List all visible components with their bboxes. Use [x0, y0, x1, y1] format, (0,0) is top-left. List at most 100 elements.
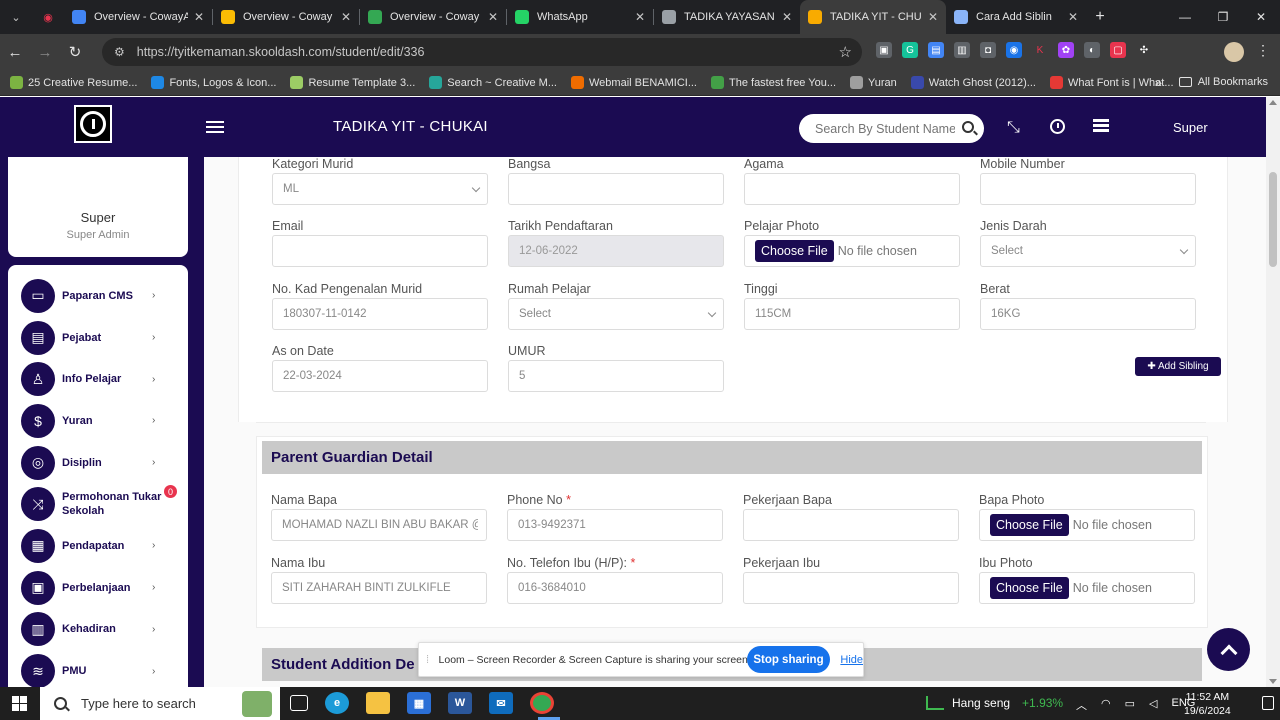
kategori-murid-select[interactable]: ML — [272, 173, 488, 205]
ic-number-input[interactable]: 180307-11-0142 — [272, 298, 488, 330]
stock-widget[interactable]: Hang seng +1.93% — [926, 696, 1063, 710]
bookmark-item[interactable]: 25 Creative Resume... — [10, 76, 137, 89]
mobile-number-input[interactable] — [980, 173, 1196, 205]
back-button[interactable]: ← — [0, 34, 30, 70]
scroll-down-icon[interactable] — [1269, 679, 1277, 684]
browser-tab[interactable]: Cara Add Siblin ✕ — [946, 0, 1086, 34]
browser-tab[interactable]: Overview - CowayA ✕ — [64, 0, 212, 34]
drag-handle-icon[interactable]: ⁞ — [426, 654, 436, 666]
tarikh-pendaftaran-input[interactable]: 12-06-2022 — [508, 235, 724, 267]
telefon-ibu-input[interactable]: 016-3684010 — [507, 572, 723, 604]
fullscreen-icon[interactable]: ⤡ — [1007, 119, 1020, 137]
browser-menu-icon[interactable]: ⋮ — [1256, 42, 1270, 59]
stop-sharing-button[interactable]: Stop sharing — [746, 646, 831, 673]
choose-file-button[interactable]: Choose File — [990, 577, 1069, 599]
pelajar-photo-file-input[interactable]: Choose File No file chosen — [744, 235, 960, 267]
bookmark-item[interactable]: Search ~ Creative M... — [429, 76, 557, 89]
hide-banner-link[interactable]: Hide — [840, 654, 863, 666]
close-tab-icon[interactable]: ✕ — [782, 10, 792, 24]
browser-tab[interactable]: Overview - Coway P ✕ — [360, 0, 506, 34]
agama-input[interactable] — [744, 173, 960, 205]
sidebar-item-yuran[interactable]: $ Yuran › — [8, 400, 188, 442]
choose-file-button[interactable]: Choose File — [755, 240, 834, 262]
berat-input[interactable]: 16KG — [980, 298, 1196, 330]
sidebar-item-kehadiran[interactable]: ▥ Kehadiran › — [8, 609, 188, 651]
browser-tab[interactable]: Overview - Coway C ✕ — [213, 0, 359, 34]
bookmark-item[interactable]: Yuran — [850, 76, 897, 89]
task-view-icon[interactable] — [290, 695, 308, 711]
bookmarks-overflow-icon[interactable]: » — [1155, 75, 1162, 90]
site-info-icon[interactable]: ⚙ — [114, 45, 125, 59]
close-tab-icon[interactable]: ✕ — [928, 10, 938, 24]
header-user-name[interactable]: Super — [1173, 120, 1208, 135]
extension-icon[interactable]: ▣ — [876, 42, 892, 58]
sidebar-item-permohonan-tukar-sekolah[interactable]: ⤨ Permohonan Tukar Sekolah 0 — [8, 483, 188, 525]
all-bookmarks-button[interactable]: All Bookmarks — [1178, 76, 1268, 88]
tinggi-input[interactable]: 115CM — [744, 298, 960, 330]
extension-icon[interactable]: ▤ — [928, 42, 944, 58]
page-scrollbar[interactable] — [1266, 97, 1280, 687]
browser-tab[interactable]: WhatsApp ✕ — [507, 0, 653, 34]
system-clock[interactable]: 11:52 AM 19/6/2024 — [1184, 690, 1231, 718]
extension-icon[interactable]: G — [902, 42, 918, 58]
file-explorer-icon[interactable] — [366, 692, 390, 714]
bangsa-input[interactable] — [508, 173, 724, 205]
as-on-date-input[interactable]: 22-03-2024 — [272, 360, 488, 392]
school-logo[interactable] — [74, 105, 112, 143]
add-sibling-button[interactable]: ✚ Add Sibling — [1135, 357, 1221, 376]
rumah-pelajar-select[interactable]: Select — [508, 298, 724, 330]
phone-no-input[interactable]: 013-9492371 — [507, 509, 723, 541]
extension-icon[interactable]: ◘ — [980, 42, 996, 58]
display-icon[interactable]: ▭ — [1125, 697, 1135, 713]
server-icon[interactable] — [1093, 119, 1109, 132]
sidebar-item-pmu[interactable]: ≋ PMU › — [8, 650, 188, 692]
scroll-thumb[interactable] — [1269, 172, 1277, 267]
pekerjaan-ibu-input[interactable] — [743, 572, 959, 604]
forward-button[interactable]: → — [30, 34, 60, 70]
extension-icon[interactable]: ◐ — [1084, 42, 1100, 58]
sidebar-item-info-pelajar[interactable]: ♙ Info Pelajar › — [8, 358, 188, 400]
chrome-icon[interactable] — [530, 692, 554, 714]
volume-icon[interactable]: ◁ — [1149, 697, 1157, 713]
new-tab-button[interactable]: + — [1086, 8, 1114, 26]
hamburger-menu-icon[interactable] — [206, 121, 224, 133]
store-icon[interactable]: ▦ — [407, 692, 431, 714]
bookmark-star-icon[interactable]: ☆ — [839, 43, 852, 61]
extension-icon[interactable]: ◉ — [1006, 42, 1022, 58]
back-to-top-button[interactable] — [1207, 628, 1250, 671]
close-tab-icon[interactable]: ✕ — [341, 10, 351, 24]
bookmark-item[interactable]: Resume Template 3... — [290, 76, 415, 89]
minimize-button[interactable]: — — [1166, 0, 1204, 34]
close-window-button[interactable]: ✕ — [1242, 0, 1280, 34]
bookmark-item[interactable]: Fonts, Logos & Icon... — [151, 76, 276, 89]
umur-input[interactable]: 5 — [508, 360, 724, 392]
student-search-input[interactable] — [815, 121, 955, 136]
sidebar-item-pendapatan[interactable]: ▦ Pendapatan › — [8, 525, 188, 567]
word-icon[interactable]: W — [448, 692, 472, 714]
wifi-icon[interactable]: ◠ — [1101, 697, 1111, 713]
tab-search-button[interactable]: ⌄ — [0, 0, 32, 34]
extension-icon[interactable]: ▢ — [1110, 42, 1126, 58]
sidebar-item-pejabat[interactable]: ▤ Pejabat › — [8, 317, 188, 359]
sidebar-item-paparan-cms[interactable]: ▭ Paparan CMS › — [8, 275, 188, 317]
profile-avatar[interactable] — [1224, 42, 1244, 62]
nama-ibu-input[interactable]: SITI ZAHARAH BINTI ZULKIFLE — [271, 572, 487, 604]
close-tab-icon[interactable]: ✕ — [635, 10, 645, 24]
search-icon[interactable] — [962, 121, 974, 133]
notification-icon[interactable] — [1262, 696, 1274, 710]
nama-bapa-input[interactable]: MOHAMAD NAZLI BIN ABU BAKAR @ — [271, 509, 487, 541]
windows-start-icon[interactable] — [12, 696, 27, 711]
close-tab-icon[interactable]: ✕ — [1068, 10, 1078, 24]
reload-button[interactable]: ↻ — [60, 34, 90, 70]
bapa-photo-file-input[interactable]: Choose File No file chosen — [979, 509, 1195, 541]
bookmark-item[interactable]: Watch Ghost (2012)... — [910, 76, 1036, 89]
extension-icon[interactable]: K — [1032, 42, 1048, 58]
scroll-up-icon[interactable] — [1269, 100, 1277, 105]
browser-tab[interactable]: TADIKA YIT - CHUK ✕ — [800, 0, 946, 34]
close-tab-icon[interactable]: ✕ — [488, 10, 498, 24]
extensions-puzzle-icon[interactable]: ✣ — [1136, 42, 1152, 58]
restore-button[interactable]: ❐ — [1204, 0, 1242, 34]
bookmark-item[interactable]: Webmail BENAMICI... — [571, 76, 697, 89]
taskbar-search[interactable]: Type here to search — [40, 687, 280, 720]
ibu-photo-file-input[interactable]: Choose File No file chosen — [979, 572, 1195, 604]
